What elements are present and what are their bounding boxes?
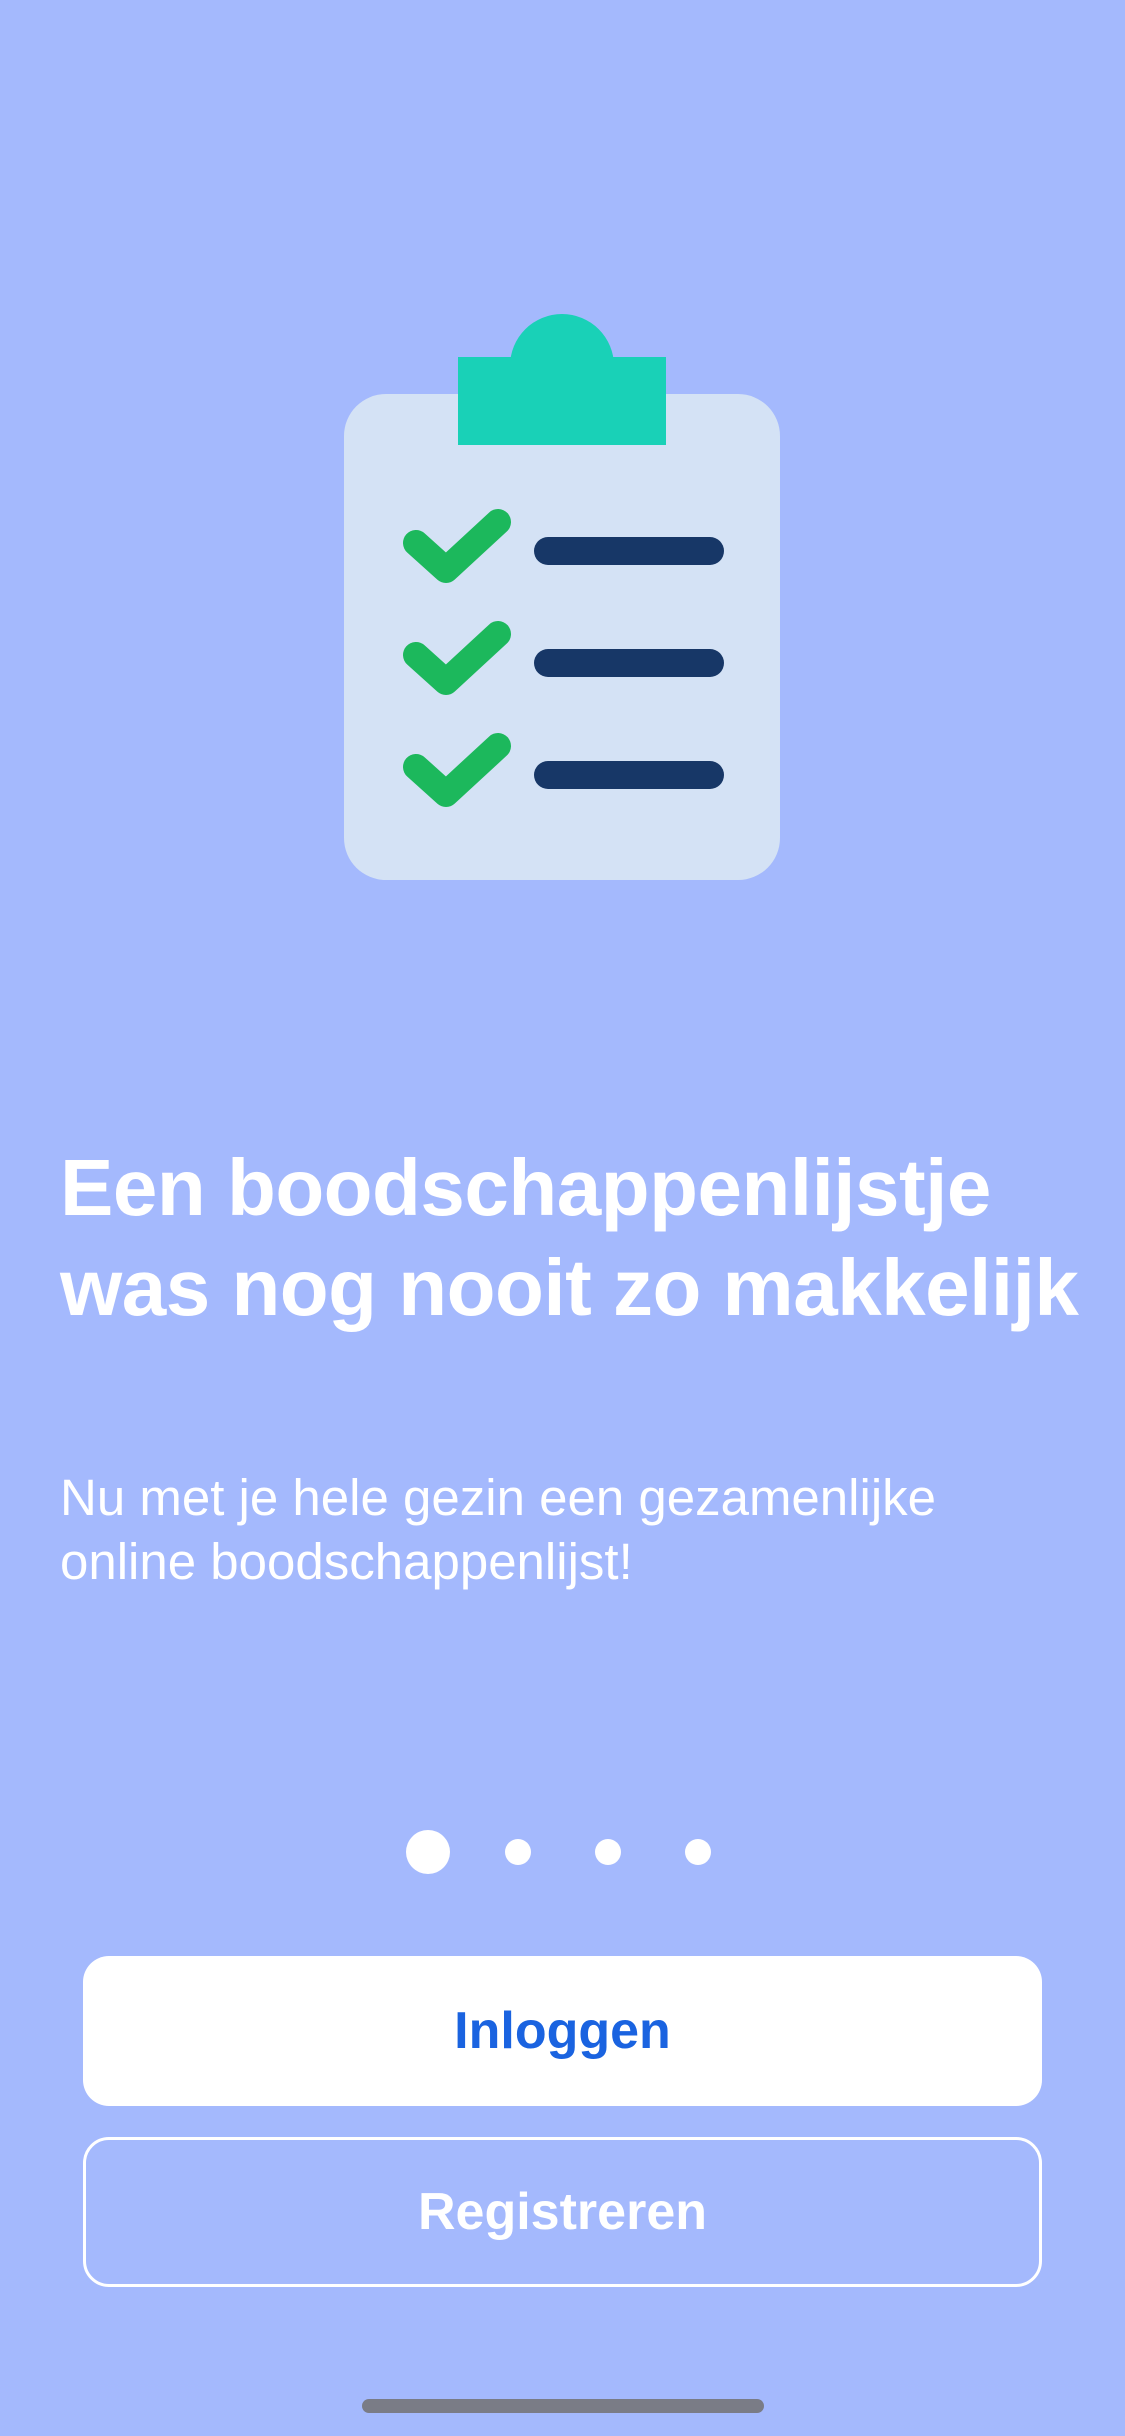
page-dot[interactable] xyxy=(685,1839,711,1865)
page-dot[interactable] xyxy=(595,1839,621,1865)
check-icon xyxy=(403,621,511,695)
check-icon xyxy=(403,733,511,807)
onboarding-headline: Een boodschappenlijstje was nog nooit zo… xyxy=(60,1143,1079,1332)
clipboard-clip xyxy=(458,357,666,445)
register-button[interactable]: Registreren xyxy=(83,2137,1042,2287)
home-indicator[interactable] xyxy=(362,2399,764,2413)
login-button-label: Inloggen xyxy=(454,2002,671,2060)
clipboard-board xyxy=(344,394,780,880)
page-dot[interactable] xyxy=(505,1839,531,1865)
page-dot-active[interactable] xyxy=(406,1830,450,1874)
check-icon xyxy=(403,509,511,583)
onboarding-screen: Een boodschappenlijstje was nog nooit zo… xyxy=(0,0,1125,2436)
register-button-label: Registreren xyxy=(418,2183,707,2241)
onboarding-subtitle: Nu met je hele gezin een gezamenlijke on… xyxy=(60,1469,937,1590)
page-indicator xyxy=(0,1830,1125,1874)
login-button[interactable]: Inloggen xyxy=(83,1956,1042,2106)
clipboard-clip-top xyxy=(510,314,614,418)
